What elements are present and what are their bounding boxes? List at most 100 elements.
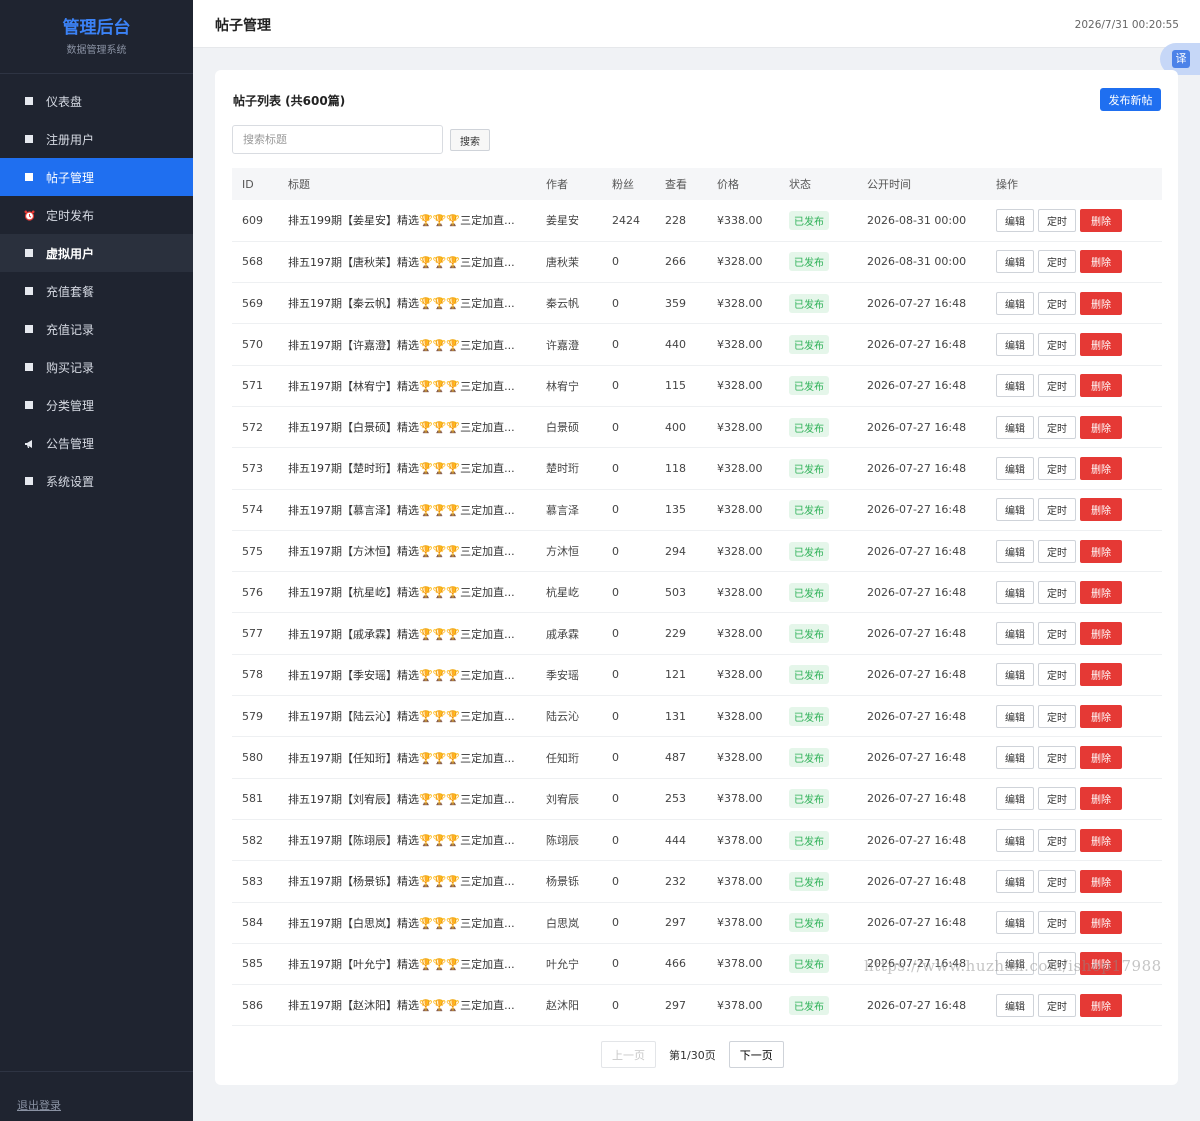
cell-author: 白景硕 (546, 421, 579, 435)
delete-button[interactable]: 删除 (1080, 208, 1122, 232)
delete-button[interactable]: 删除 (1080, 911, 1122, 935)
next-page-button[interactable]: 下一页 (728, 1041, 784, 1068)
schedule-button[interactable]: 定时 (1038, 539, 1076, 563)
edit-button[interactable]: 编辑 (996, 911, 1034, 935)
schedule-button[interactable]: 定时 (1038, 208, 1076, 232)
square-icon (25, 477, 33, 485)
delete-button[interactable]: 删除 (1080, 456, 1122, 480)
table-row: 583 排五197期【杨景铄】精选🏆🏆🏆三定加直... 杨景铄 0 232 ¥378.00… (232, 861, 1162, 903)
edit-button[interactable]: 编辑 (996, 787, 1034, 811)
cell-author: 刘宥辰 (546, 792, 579, 806)
delete-button[interactable]: 删除 (1080, 787, 1122, 811)
sidebar-item-recharge-plans[interactable]: 充值套餐 (0, 272, 193, 310)
sidebar-item-settings[interactable]: 系统设置 (0, 462, 193, 500)
edit-button[interactable]: 编辑 (996, 374, 1034, 398)
search-input[interactable] (232, 125, 443, 154)
cell-id: 568 (242, 255, 263, 269)
new-post-button[interactable]: 发布新帖 (1100, 88, 1161, 111)
edit-button[interactable]: 编辑 (996, 333, 1034, 357)
edit-button[interactable]: 编辑 (996, 622, 1034, 646)
delete-button[interactable]: 删除 (1080, 704, 1122, 728)
delete-button[interactable]: 删除 (1080, 663, 1122, 687)
edit-button[interactable]: 编辑 (996, 580, 1034, 604)
cell-views: 131 (665, 709, 686, 723)
schedule-button[interactable]: 定时 (1038, 993, 1076, 1017)
edit-button[interactable]: 编辑 (996, 704, 1034, 728)
schedule-button[interactable]: 定时 (1038, 580, 1076, 604)
cell-fans: 0 (612, 379, 619, 393)
schedule-button[interactable]: 定时 (1038, 828, 1076, 852)
schedule-button[interactable]: 定时 (1038, 622, 1076, 646)
delete-button[interactable]: 删除 (1080, 993, 1122, 1017)
schedule-button[interactable]: 定时 (1038, 911, 1076, 935)
sidebar-item-registered-users[interactable]: 注册用户 (0, 120, 193, 158)
delete-button[interactable]: 删除 (1080, 291, 1122, 315)
schedule-button[interactable]: 定时 (1038, 704, 1076, 728)
schedule-button[interactable]: 定时 (1038, 869, 1076, 893)
cell-id: 577 (242, 627, 263, 641)
cell-status: 已发布 (779, 737, 857, 778)
sidebar-item-virtual-users[interactable]: 虚拟用户 (0, 234, 193, 272)
edit-button[interactable]: 编辑 (996, 208, 1034, 232)
square-icon (25, 97, 33, 105)
prev-page-button[interactable]: 上一页 (601, 1041, 656, 1068)
table-row: 575 排五197期【方沐恒】精选🏆🏆🏆三定加直... 方沐恒 0 294 ¥328.00… (232, 530, 1162, 572)
sidebar-item-scheduled[interactable]: 定时发布 (0, 196, 193, 234)
sidebar-item-announcements[interactable]: 公告管理 (0, 424, 193, 462)
schedule-button[interactable]: 定时 (1038, 333, 1076, 357)
sidebar-item-categories[interactable]: 分类管理 (0, 386, 193, 424)
edit-button[interactable]: 编辑 (996, 828, 1034, 852)
edit-button[interactable]: 编辑 (996, 291, 1034, 315)
square-icon (25, 135, 33, 143)
delete-button[interactable]: 删除 (1080, 869, 1122, 893)
edit-button[interactable]: 编辑 (996, 415, 1034, 439)
square-icon (25, 173, 33, 181)
delete-button[interactable]: 删除 (1080, 250, 1122, 274)
delete-button[interactable]: 删除 (1080, 374, 1122, 398)
search-button[interactable]: 搜索 (450, 129, 490, 151)
schedule-button[interactable]: 定时 (1038, 250, 1076, 274)
edit-button[interactable]: 编辑 (996, 746, 1034, 769)
logout-link[interactable]: 退出登录 (17, 1099, 61, 1112)
cell-fans: 0 (612, 544, 619, 558)
schedule-button[interactable]: 定时 (1038, 952, 1076, 976)
cell-title: 排五197期【白思岚】精选🏆🏆🏆三定加直... (288, 916, 515, 930)
schedule-button[interactable]: 定时 (1038, 663, 1076, 687)
edit-button[interactable]: 编辑 (996, 250, 1034, 274)
sidebar-item-posts[interactable]: 帖子管理 (0, 158, 193, 196)
delete-button[interactable]: 删除 (1080, 622, 1122, 646)
schedule-button[interactable]: 定时 (1038, 498, 1076, 522)
schedule-button[interactable]: 定时 (1038, 374, 1076, 398)
schedule-button[interactable]: 定时 (1038, 415, 1076, 439)
delete-button[interactable]: 删除 (1080, 539, 1122, 563)
delete-button[interactable]: 删除 (1080, 828, 1122, 852)
edit-button[interactable]: 编辑 (996, 869, 1034, 893)
cell-id: 582 (242, 833, 263, 847)
table-row: 586 排五197期【赵沐阳】精选🏆🏆🏆三定加直... 赵沐阳 0 297 ¥378.00… (232, 985, 1162, 1026)
schedule-button[interactable]: 定时 (1038, 456, 1076, 480)
edit-button[interactable]: 编辑 (996, 539, 1034, 563)
cell-price: ¥328.00 (717, 585, 763, 599)
delete-button[interactable]: 删除 (1080, 580, 1122, 604)
edit-button[interactable]: 编辑 (996, 993, 1034, 1017)
cell-ops: 编辑 定时 删除 (986, 943, 1162, 984)
edit-button[interactable]: 编辑 (996, 456, 1034, 480)
schedule-button[interactable]: 定时 (1038, 787, 1076, 811)
sidebar-item-purchase-records[interactable]: 购买记录 (0, 348, 193, 386)
schedule-button[interactable]: 定时 (1038, 746, 1076, 769)
sidebar-item-dashboard[interactable]: 仪表盘 (0, 82, 193, 120)
edit-button[interactable]: 编辑 (996, 498, 1034, 522)
delete-button[interactable]: 删除 (1080, 498, 1122, 522)
edit-button[interactable]: 编辑 (996, 663, 1034, 687)
cell-fans: 0 (612, 751, 619, 764)
delete-button[interactable]: 删除 (1080, 415, 1122, 439)
schedule-button[interactable]: 定时 (1038, 291, 1076, 315)
delete-button[interactable]: 删除 (1080, 952, 1122, 976)
delete-button[interactable]: 删除 (1080, 333, 1122, 357)
edit-button[interactable]: 编辑 (996, 952, 1034, 976)
cell-fans: 0 (612, 998, 619, 1012)
sidebar-item-recharge-records[interactable]: 充值记录 (0, 310, 193, 348)
col-status: 状态 (789, 178, 811, 191)
delete-button[interactable]: 删除 (1080, 746, 1122, 769)
cell-status: 已发布 (779, 241, 857, 282)
